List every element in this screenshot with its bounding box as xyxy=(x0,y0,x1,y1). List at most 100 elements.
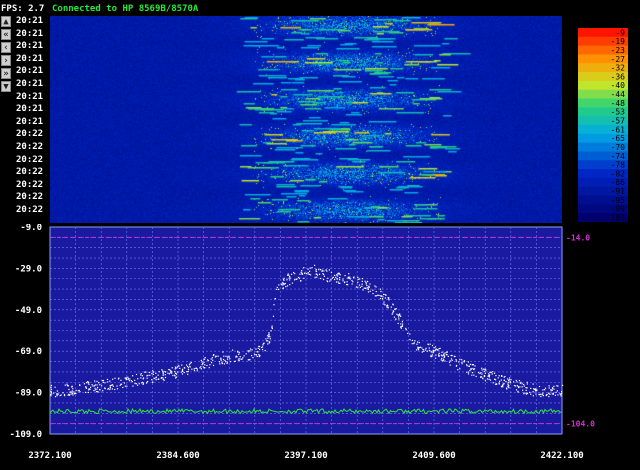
step-forward-button[interactable]: › xyxy=(1,55,11,66)
signal-point xyxy=(71,385,73,387)
signal-point xyxy=(548,392,550,395)
signal-point xyxy=(245,353,247,355)
signal-point xyxy=(335,281,338,283)
timestamp-label: 20:21 xyxy=(16,116,44,127)
signal-point xyxy=(238,358,240,360)
signal-point xyxy=(234,360,236,362)
signal-point xyxy=(102,379,105,382)
signal-point xyxy=(174,366,177,368)
signal-point xyxy=(200,359,202,362)
signal-point xyxy=(550,389,552,391)
signal-point xyxy=(193,368,195,370)
signal-point xyxy=(170,372,172,374)
signal-point xyxy=(282,279,285,281)
signal-point xyxy=(126,385,128,387)
signal-point xyxy=(315,270,318,273)
signal-point xyxy=(187,370,189,373)
signal-point xyxy=(365,282,367,284)
signal-point xyxy=(109,387,111,389)
signal-point xyxy=(286,279,288,281)
scroll-down-button[interactable]: ▼ xyxy=(1,81,11,92)
signal-point xyxy=(352,281,354,283)
signal-point xyxy=(252,357,254,359)
signal-point xyxy=(482,378,484,380)
signal-point xyxy=(151,379,153,381)
signal-point xyxy=(220,358,222,360)
signal-point xyxy=(258,353,260,356)
signal-point xyxy=(174,368,176,370)
signal-point xyxy=(434,357,437,359)
legend-level-label: -82 xyxy=(611,169,626,178)
signal-point xyxy=(497,377,499,379)
waterfall-display[interactable] xyxy=(50,16,562,223)
signal-point xyxy=(164,370,166,373)
signal-point xyxy=(336,275,339,277)
signal-point xyxy=(428,347,430,349)
signal-point xyxy=(307,268,309,270)
signal-point xyxy=(438,348,440,350)
signal-point xyxy=(177,365,179,367)
signal-point xyxy=(506,387,508,389)
signal-point xyxy=(50,393,52,396)
signal-point xyxy=(427,343,429,346)
signal-point xyxy=(226,358,229,360)
scroll-up-button[interactable]: ▲ xyxy=(1,16,11,27)
signal-point xyxy=(442,354,444,356)
signal-point xyxy=(135,373,138,376)
signal-point xyxy=(124,385,126,387)
signal-point xyxy=(137,378,139,380)
signal-point xyxy=(540,395,542,398)
signal-point xyxy=(299,273,301,275)
signal-point xyxy=(223,363,225,365)
fast-rewind-button[interactable]: « xyxy=(1,29,11,40)
signal-point xyxy=(556,390,558,392)
signal-point xyxy=(383,303,385,305)
legend-level-label: -23 xyxy=(611,46,626,55)
signal-point xyxy=(267,335,269,337)
signal-point xyxy=(440,359,442,361)
signal-point xyxy=(322,278,325,281)
signal-point xyxy=(504,375,506,378)
signal-point xyxy=(548,385,550,387)
signal-point xyxy=(239,356,241,358)
signal-point xyxy=(72,394,74,396)
signal-point xyxy=(416,349,418,351)
signal-point xyxy=(508,379,510,381)
signal-point xyxy=(116,385,118,387)
signal-point xyxy=(472,364,475,366)
signal-point xyxy=(114,388,116,391)
signal-point xyxy=(269,341,271,344)
signal-point xyxy=(457,369,459,371)
signal-point xyxy=(316,276,318,278)
signal-point xyxy=(522,389,524,391)
signal-point xyxy=(349,276,351,278)
signal-point xyxy=(367,288,369,291)
fast-forward-button[interactable]: » xyxy=(1,68,11,79)
signal-point xyxy=(90,386,92,388)
signal-point xyxy=(388,298,390,300)
signal-point xyxy=(552,392,554,394)
signal-point xyxy=(500,386,503,388)
signal-point xyxy=(94,389,96,391)
step-back-button[interactable]: ‹ xyxy=(1,42,11,53)
signal-point xyxy=(472,367,474,370)
signal-point xyxy=(153,377,155,380)
signal-point xyxy=(267,343,269,345)
signal-point xyxy=(488,375,490,377)
signal-point xyxy=(556,385,558,387)
signal-point xyxy=(446,351,448,353)
signal-point xyxy=(492,382,494,384)
signal-point xyxy=(361,283,363,285)
signal-point xyxy=(321,269,323,271)
signal-point xyxy=(162,378,164,380)
signal-point xyxy=(493,372,496,374)
spectrum-plot[interactable]: -14.0 -104.0 -9.0 -29.0 -49.0 -69.0 -89.0 -109.… xyxy=(0,224,640,470)
signal-point xyxy=(513,381,515,383)
signal-point xyxy=(474,365,476,367)
signal-point xyxy=(333,274,336,277)
signal-point xyxy=(411,339,414,342)
signal-point xyxy=(85,382,88,384)
signal-point xyxy=(203,358,206,360)
signal-point xyxy=(196,368,198,370)
signal-point xyxy=(168,368,170,371)
